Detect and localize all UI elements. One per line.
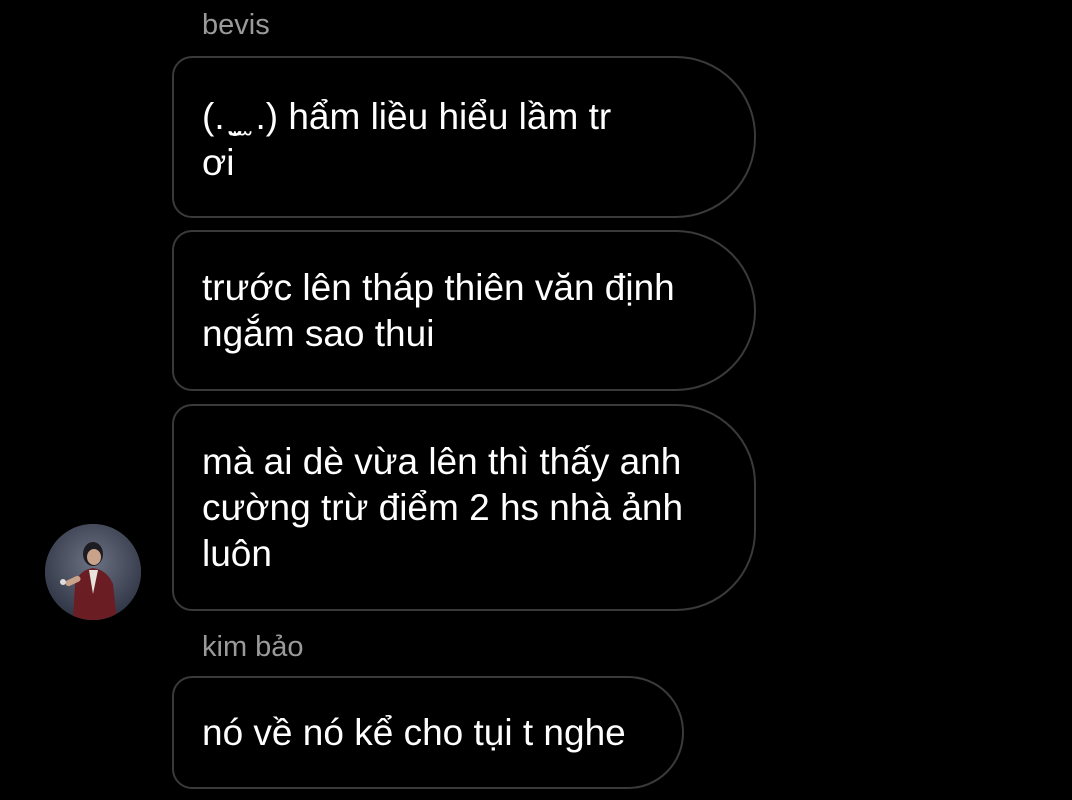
message-text: nó về nó kể cho tụi t nghe — [202, 711, 626, 753]
message-bubble[interactable]: (. ̫̮ ̫ .) hẩm liều hiểu lầm tr ơi — [172, 56, 756, 218]
message-text: (. ̫̮ ̫ .) hẩm liều hiểu lầm tr ơi — [202, 96, 612, 183]
user-photo-avatar[interactable] — [45, 524, 141, 620]
message-text: mà ai dè vừa lên thì thấy anh cường trừ … — [202, 440, 684, 574]
sender-name: bevis — [202, 9, 270, 41]
sender-name: kim bảo — [202, 631, 304, 663]
message-bubble[interactable]: trước lên tháp thiên văn định ngắm sao t… — [172, 230, 756, 391]
avatar-image — [45, 524, 141, 620]
message-bubble[interactable]: nó về nó kể cho tụi t nghe — [172, 676, 684, 789]
message-text: trước lên tháp thiên văn định ngắm sao t… — [202, 266, 675, 354]
message-bubble[interactable]: mà ai dè vừa lên thì thấy anh cường trừ … — [172, 404, 756, 611]
